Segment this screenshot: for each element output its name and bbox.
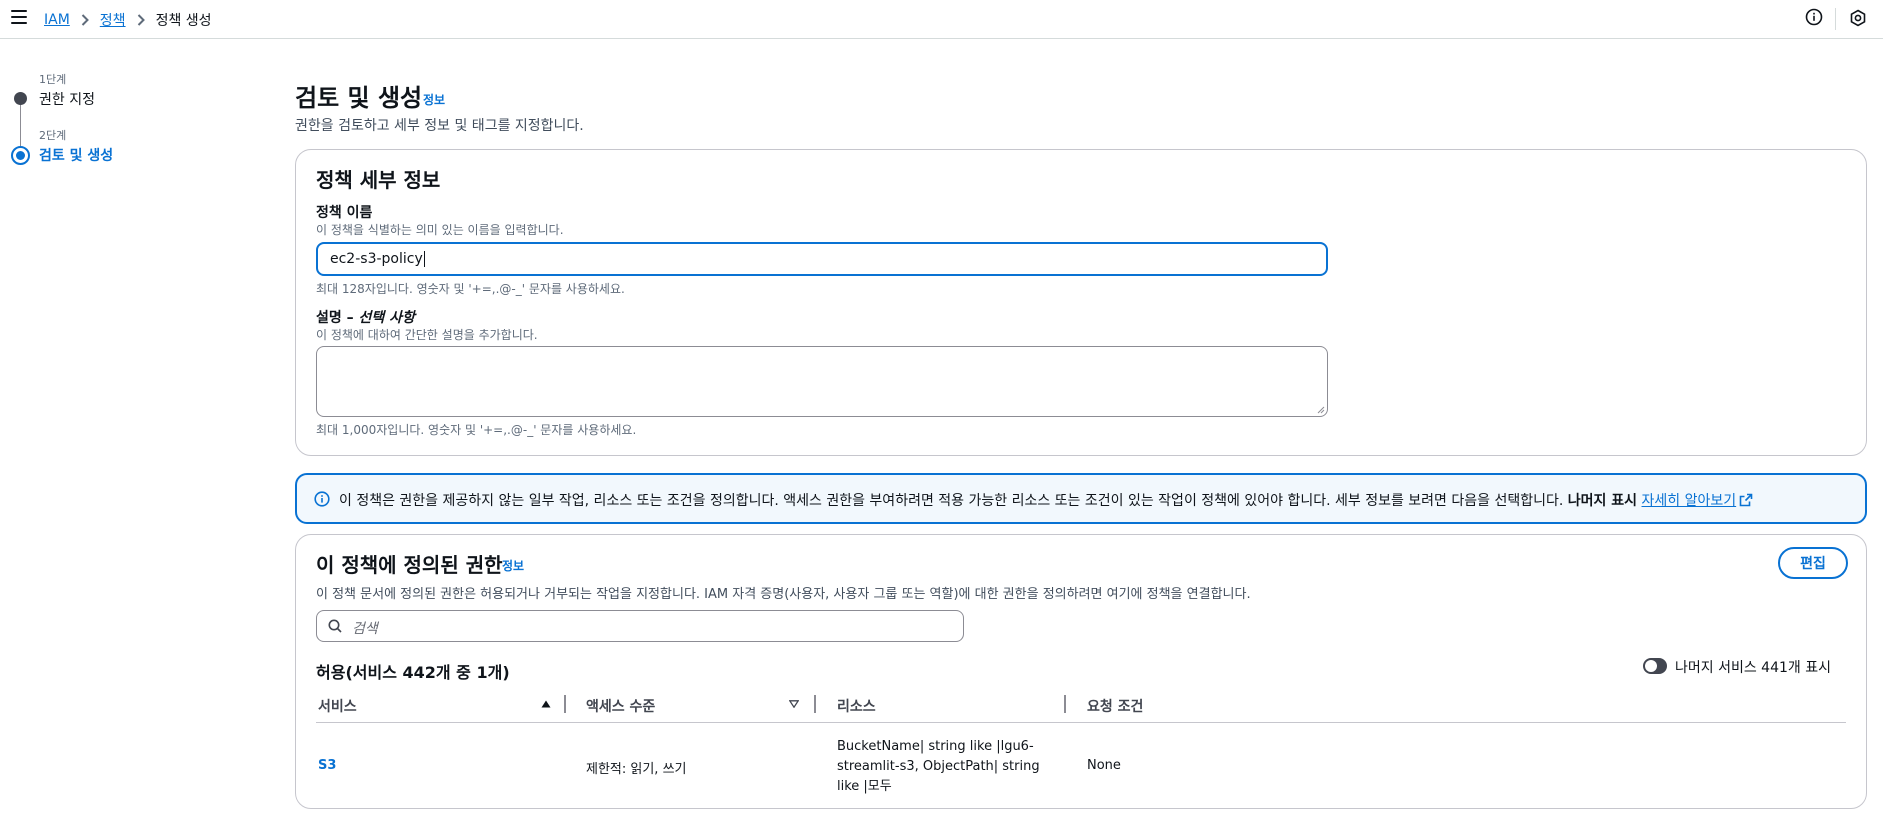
column-header-request-condition: 요청 조건	[1087, 699, 1144, 715]
permissions-panel: 이 정책에 정의된 권한 정보 편집 이 정책 문서에 정의된 권한은 허용되거…	[295, 534, 1867, 809]
policy-name-value: ec2-s3-policy	[330, 251, 423, 267]
resource-line: like |모두	[837, 779, 892, 794]
column-resizer[interactable]	[564, 695, 566, 713]
resize-handle-icon	[1317, 406, 1325, 414]
service-s3-link[interactable]: S3	[318, 758, 336, 773]
info-circle-icon[interactable]	[1805, 8, 1823, 26]
search-placeholder: 검색	[352, 621, 378, 637]
info-alert: 이 정책은 권한을 제공하지 않는 일부 작업, 리소스 또는 조건을 정의합니…	[295, 473, 1867, 524]
permissions-description: 이 정책 문서에 정의된 권한은 허용되거나 거부되는 작업을 지정합니다. I…	[316, 587, 1251, 602]
learn-more-link[interactable]: 자세히 알아보기	[1642, 493, 1737, 509]
top-navigation-bar: IAM 정책 정책 생성	[0, 0, 1883, 39]
step-1-number: 1단계	[39, 73, 67, 86]
chevron-right-icon	[81, 14, 89, 26]
column-resizer[interactable]	[814, 695, 816, 713]
step-connector	[20, 100, 21, 146]
description-constraint: 최대 1,000자입니다. 영숫자 및 '+=,.@-_' 문자를 사용하세요.	[316, 423, 637, 437]
resource-line: BucketName| string like |lgu6-	[837, 739, 1034, 754]
column-header-resource[interactable]: 리소스	[837, 696, 876, 716]
access-level-cell: 제한적: 읽기, 쓰기	[586, 762, 687, 777]
description-hint: 이 정책에 대하여 간단한 설명을 추가합니다.	[316, 328, 538, 342]
alert-message: 이 정책은 권한을 제공하지 않는 일부 작업, 리소스 또는 조건을 정의합니…	[339, 490, 1753, 510]
policy-name-label: 정책 이름	[316, 205, 373, 221]
step-2-title: 검토 및 생성	[39, 148, 114, 164]
hamburger-menu-icon[interactable]	[11, 10, 27, 24]
resource-line: streamlit-s3, ObjectPath| string	[837, 759, 1040, 774]
policy-name-input[interactable]: ec2-s3-policy	[316, 242, 1328, 276]
step-completed-icon	[14, 92, 27, 105]
info-circle-icon	[314, 491, 330, 507]
hexagon-gear-icon[interactable]	[1849, 9, 1867, 27]
policy-details-heading: 정책 세부 정보	[316, 168, 441, 192]
description-label: 설명 – 선택 사항	[316, 307, 415, 327]
text-caret	[423, 251, 425, 267]
show-remaining-label: 나머지 서비스 441개 표시	[1675, 660, 1831, 676]
description-label-main: 설명 –	[316, 310, 359, 326]
search-icon	[328, 619, 342, 633]
breadcrumb-policies-link[interactable]: 정책	[100, 10, 126, 30]
column-header-service[interactable]: 서비스	[318, 696, 357, 716]
header-info-link[interactable]: 정보	[423, 91, 445, 108]
policy-name-description: 이 정책을 식별하는 의미 있는 이름을 입력합니다.	[316, 223, 564, 237]
edit-button[interactable]: 편집	[1778, 547, 1848, 579]
allow-services-title: 허용(서비스 442개 중 1개)	[316, 663, 510, 682]
page-description: 권한을 검토하고 세부 정보 및 태그를 지정합니다.	[295, 118, 584, 134]
show-remaining-toggle[interactable]	[1643, 658, 1667, 674]
external-link-icon[interactable]	[1739, 493, 1753, 507]
description-label-optional: 선택 사항	[358, 310, 415, 326]
sort-ascending-icon[interactable]	[541, 700, 551, 708]
request-condition-cell: None	[1087, 758, 1121, 773]
alert-text: 이 정책은 권한을 제공하지 않는 일부 작업, 리소스 또는 조건을 정의합니…	[339, 493, 1564, 509]
toolbar-divider	[1835, 8, 1836, 30]
column-resizer[interactable]	[1064, 695, 1066, 713]
breadcrumb: IAM 정책 정책 생성	[44, 10, 212, 30]
step-1-title[interactable]: 권한 지정	[39, 89, 95, 109]
permissions-info-link[interactable]: 정보	[502, 557, 524, 574]
step-active-icon	[11, 146, 30, 165]
breadcrumb-iam-link[interactable]: IAM	[44, 12, 70, 28]
table-header-divider	[316, 722, 1846, 723]
policy-details-panel: 정책 세부 정보 정책 이름 이 정책을 식별하는 의미 있는 이름을 입력합니…	[295, 149, 1867, 456]
description-textarea[interactable]	[316, 346, 1328, 417]
alert-show-rest: 나머지 표시	[1567, 493, 1638, 509]
policy-name-constraint: 최대 128자입니다. 영숫자 및 '+=,.@-_' 문자를 사용하세요.	[316, 282, 625, 296]
sort-descending-icon[interactable]	[789, 700, 799, 708]
page-title: 검토 및 생성	[295, 84, 423, 112]
permissions-heading: 이 정책에 정의된 권한	[316, 553, 503, 577]
search-input[interactable]: 검색	[316, 610, 964, 642]
column-header-access-level[interactable]: 액세스 수준	[586, 696, 655, 716]
breadcrumb-current: 정책 생성	[155, 13, 212, 29]
chevron-right-icon	[137, 14, 145, 26]
step-2-number: 2단계	[39, 129, 67, 142]
resource-cell: BucketName| string like |lgu6- streamlit…	[837, 737, 1040, 797]
